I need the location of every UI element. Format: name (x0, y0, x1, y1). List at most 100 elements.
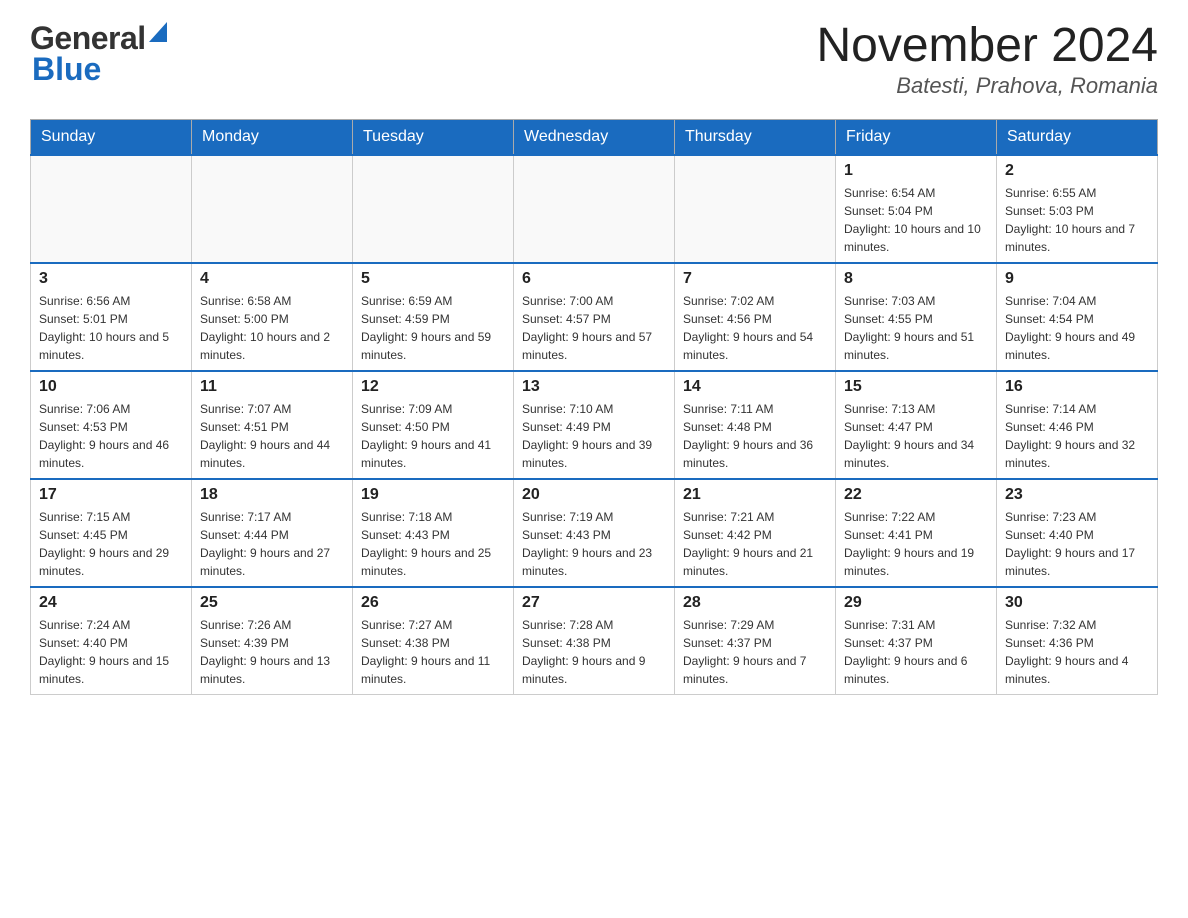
day-number: 8 (844, 270, 988, 288)
day-info: Sunrise: 6:59 AMSunset: 4:59 PMDaylight:… (361, 292, 505, 364)
day-number: 23 (1005, 486, 1149, 504)
month-title: November 2024 (816, 20, 1158, 73)
title-area: November 2024 Batesti, Prahova, Romania (816, 20, 1158, 99)
day-number: 27 (522, 594, 666, 612)
calendar-cell-0-0 (31, 155, 192, 263)
calendar-cell-3-1: 18 Sunrise: 7:17 AMSunset: 4:44 PMDayligh… (192, 479, 353, 587)
header-tuesday: Tuesday (353, 119, 514, 155)
calendar-cell-3-3: 20 Sunrise: 7:19 AMSunset: 4:43 PMDayligh… (514, 479, 675, 587)
day-info: Sunrise: 7:15 AMSunset: 4:45 PMDaylight:… (39, 508, 183, 580)
day-info: Sunrise: 7:29 AMSunset: 4:37 PMDaylight:… (683, 616, 827, 688)
calendar-cell-4-6: 30Sunrise: 7:32 AMSunset: 4:36 PMDayligh… (997, 587, 1158, 695)
calendar-cell-1-0: 3 Sunrise: 6:56 AMSunset: 5:01 PMDaylight… (31, 263, 192, 371)
calendar-cell-1-2: 5 Sunrise: 6:59 AMSunset: 4:59 PMDaylight… (353, 263, 514, 371)
day-number: 10 (39, 378, 183, 396)
calendar-cell-2-2: 12 Sunrise: 7:09 AMSunset: 4:50 PMDayligh… (353, 371, 514, 479)
day-number: 2 (1005, 162, 1149, 180)
day-number: 6 (522, 270, 666, 288)
day-info: Sunrise: 7:10 AMSunset: 4:49 PMDaylight:… (522, 400, 666, 472)
day-info: Sunrise: 7:11 AMSunset: 4:48 PMDaylight:… (683, 400, 827, 472)
calendar-cell-4-0: 24 Sunrise: 7:24 AMSunset: 4:40 PMDayligh… (31, 587, 192, 695)
calendar-cell-3-5: 22 Sunrise: 7:22 AMSunset: 4:41 PMDayligh… (836, 479, 997, 587)
header-wednesday: Wednesday (514, 119, 675, 155)
day-number: 22 (844, 486, 988, 504)
day-number: 20 (522, 486, 666, 504)
header-monday: Monday (192, 119, 353, 155)
day-number: 4 (200, 270, 344, 288)
calendar-cell-1-5: 8 Sunrise: 7:03 AMSunset: 4:55 PMDaylight… (836, 263, 997, 371)
calendar-cell-0-3 (514, 155, 675, 263)
day-info: Sunrise: 7:14 AMSunset: 4:46 PMDaylight:… (1005, 400, 1149, 472)
day-number: 26 (361, 594, 505, 612)
day-number: 12 (361, 378, 505, 396)
day-info: Sunrise: 7:18 AMSunset: 4:43 PMDaylight:… (361, 508, 505, 580)
day-number: 13 (522, 378, 666, 396)
day-info: Sunrise: 7:28 AMSunset: 4:38 PMDaylight:… (522, 616, 666, 688)
day-number: 29 (844, 594, 988, 612)
calendar-cell-0-5: 1 Sunrise: 6:54 AMSunset: 5:04 PMDaylight… (836, 155, 997, 263)
calendar-cell-2-1: 11 Sunrise: 7:07 AMSunset: 4:51 PMDayligh… (192, 371, 353, 479)
calendar-cell-4-3: 27 Sunrise: 7:28 AMSunset: 4:38 PMDayligh… (514, 587, 675, 695)
day-info: Sunrise: 7:23 AMSunset: 4:40 PMDaylight:… (1005, 508, 1149, 580)
day-info: Sunrise: 7:19 AMSunset: 4:43 PMDaylight:… (522, 508, 666, 580)
calendar-cell-1-4: 7Sunrise: 7:02 AMSunset: 4:56 PMDaylight… (675, 263, 836, 371)
header-friday: Friday (836, 119, 997, 155)
day-number: 17 (39, 486, 183, 504)
day-info: Sunrise: 7:03 AMSunset: 4:55 PMDaylight:… (844, 292, 988, 364)
calendar-cell-1-3: 6 Sunrise: 7:00 AMSunset: 4:57 PMDaylight… (514, 263, 675, 371)
calendar-cell-4-5: 29 Sunrise: 7:31 AMSunset: 4:37 PMDayligh… (836, 587, 997, 695)
day-number: 3 (39, 270, 183, 288)
calendar-cell-4-1: 25 Sunrise: 7:26 AMSunset: 4:39 PMDayligh… (192, 587, 353, 695)
day-number: 1 (844, 162, 988, 180)
calendar-cell-2-3: 13 Sunrise: 7:10 AMSunset: 4:49 PMDayligh… (514, 371, 675, 479)
day-number: 24 (39, 594, 183, 612)
day-info: Sunrise: 7:32 AMSunset: 4:36 PMDaylight:… (1005, 616, 1149, 688)
calendar-cell-2-5: 15Sunrise: 7:13 AMSunset: 4:47 PMDayligh… (836, 371, 997, 479)
calendar-cell-3-4: 21Sunrise: 7:21 AMSunset: 4:42 PMDayligh… (675, 479, 836, 587)
page-header: General Blue November 2024 Batesti, Prah… (30, 20, 1158, 99)
calendar-cell-0-4 (675, 155, 836, 263)
calendar-cell-0-6: 2 Sunrise: 6:55 AMSunset: 5:03 PMDaylight… (997, 155, 1158, 263)
day-number: 28 (683, 594, 827, 612)
calendar-cell-2-6: 16 Sunrise: 7:14 AMSunset: 4:46 PMDayligh… (997, 371, 1158, 479)
day-number: 19 (361, 486, 505, 504)
day-info: Sunrise: 7:24 AMSunset: 4:40 PMDaylight:… (39, 616, 183, 688)
day-number: 14 (683, 378, 827, 396)
header-thursday: Thursday (675, 119, 836, 155)
day-info: Sunrise: 7:22 AMSunset: 4:41 PMDaylight:… (844, 508, 988, 580)
calendar-cell-4-2: 26 Sunrise: 7:27 AMSunset: 4:38 PMDayligh… (353, 587, 514, 695)
day-number: 11 (200, 378, 344, 396)
calendar-cell-1-1: 4Sunrise: 6:58 AMSunset: 5:00 PMDaylight… (192, 263, 353, 371)
day-info: Sunrise: 7:09 AMSunset: 4:50 PMDaylight:… (361, 400, 505, 472)
week-row-1: 1 Sunrise: 6:54 AMSunset: 5:04 PMDaylight… (31, 155, 1158, 263)
day-info: Sunrise: 7:31 AMSunset: 4:37 PMDaylight:… (844, 616, 988, 688)
day-number: 25 (200, 594, 344, 612)
logo-blue-text: Blue (32, 51, 101, 88)
header-saturday: Saturday (997, 119, 1158, 155)
day-number: 5 (361, 270, 505, 288)
day-number: 18 (200, 486, 344, 504)
day-info: Sunrise: 6:54 AMSunset: 5:04 PMDaylight:… (844, 184, 988, 256)
day-info: Sunrise: 7:07 AMSunset: 4:51 PMDaylight:… (200, 400, 344, 472)
day-number: 9 (1005, 270, 1149, 288)
calendar-cell-4-4: 28 Sunrise: 7:29 AMSunset: 4:37 PMDayligh… (675, 587, 836, 695)
day-info: Sunrise: 7:00 AMSunset: 4:57 PMDaylight:… (522, 292, 666, 364)
calendar-cell-3-6: 23 Sunrise: 7:23 AMSunset: 4:40 PMDayligh… (997, 479, 1158, 587)
weekday-header-row: Sunday Monday Tuesday Wednesday Thursday… (31, 119, 1158, 155)
day-info: Sunrise: 7:17 AMSunset: 4:44 PMDaylight:… (200, 508, 344, 580)
day-info: Sunrise: 7:06 AMSunset: 4:53 PMDaylight:… (39, 400, 183, 472)
day-number: 16 (1005, 378, 1149, 396)
calendar-cell-2-4: 14 Sunrise: 7:11 AMSunset: 4:48 PMDayligh… (675, 371, 836, 479)
day-info: Sunrise: 7:27 AMSunset: 4:38 PMDaylight:… (361, 616, 505, 688)
day-info: Sunrise: 6:56 AMSunset: 5:01 PMDaylight:… (39, 292, 183, 364)
day-number: 7 (683, 270, 827, 288)
day-info: Sunrise: 7:26 AMSunset: 4:39 PMDaylight:… (200, 616, 344, 688)
day-number: 21 (683, 486, 827, 504)
day-info: Sunrise: 7:13 AMSunset: 4:47 PMDaylight:… (844, 400, 988, 472)
location-title: Batesti, Prahova, Romania (816, 73, 1158, 99)
calendar-cell-1-6: 9 Sunrise: 7:04 AMSunset: 4:54 PMDaylight… (997, 263, 1158, 371)
logo-triangle-icon (149, 22, 167, 47)
day-info: Sunrise: 6:55 AMSunset: 5:03 PMDaylight:… (1005, 184, 1149, 256)
calendar-cell-3-2: 19 Sunrise: 7:18 AMSunset: 4:43 PMDayligh… (353, 479, 514, 587)
day-info: Sunrise: 7:04 AMSunset: 4:54 PMDaylight:… (1005, 292, 1149, 364)
